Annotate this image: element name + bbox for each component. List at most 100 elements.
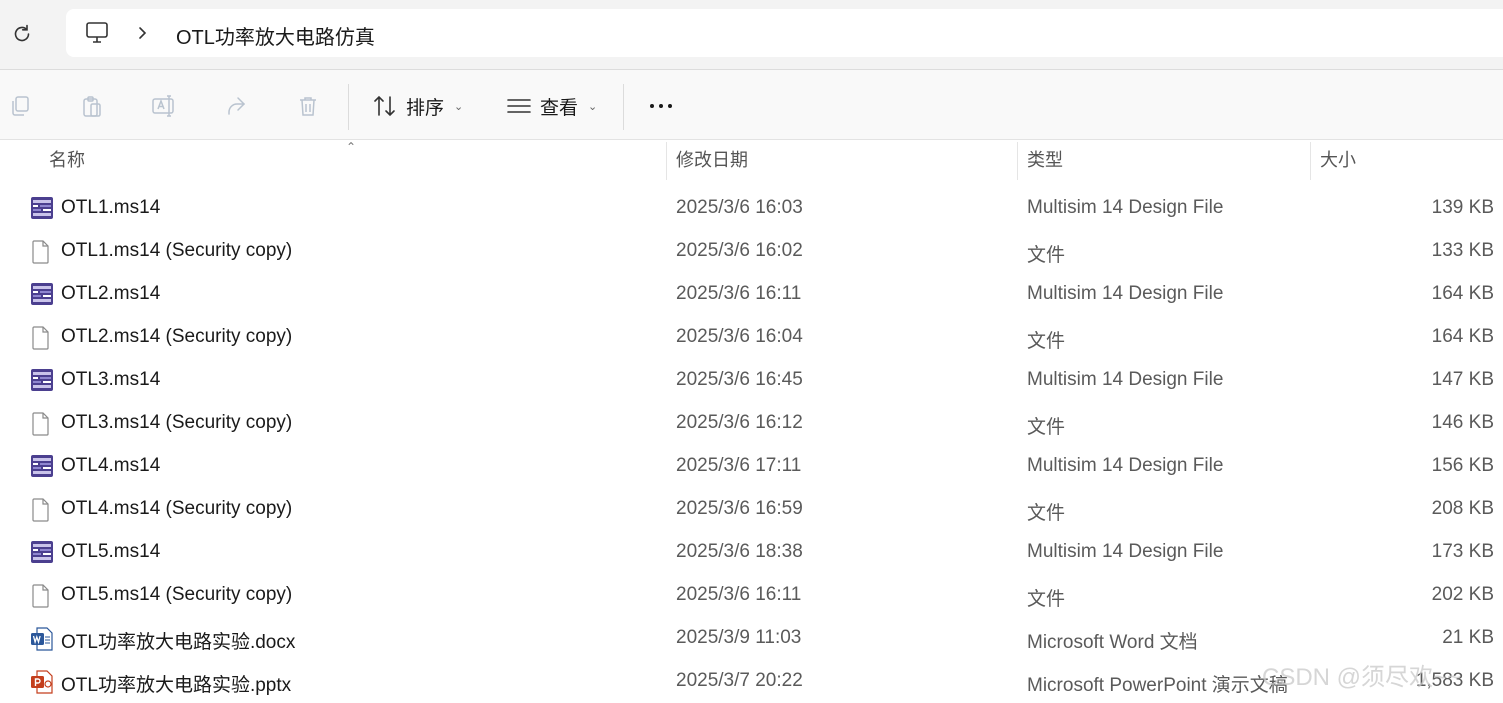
multisim-file-icon xyxy=(31,197,53,221)
file-row[interactable]: OTL3.ms14 (Security copy) 2025/3/6 16:12 文… xyxy=(0,402,1503,445)
file-row[interactable]: OTL3.ms14 2025/3/6 16:45 Multisim 14 Desig… xyxy=(0,359,1503,402)
rename-icon[interactable] xyxy=(150,92,178,120)
file-size: 208 KB xyxy=(1431,498,1494,519)
file-name: OTL5.ms14 (Security copy) xyxy=(61,584,293,605)
file-row[interactable]: OTL功率放大电路实验.docx 2025/3/9 11:03 Microsoft … xyxy=(0,617,1503,660)
file-name: OTL4.ms14 xyxy=(61,455,161,476)
file-row[interactable]: OTL功率放大电路实验.pptx 2025/3/7 20:22 Microsoft … xyxy=(0,660,1503,703)
file-size: 1,583 KB xyxy=(1415,670,1494,691)
chevron-down-icon: ⌄ xyxy=(588,100,598,113)
chevron-down-icon: ⌄ xyxy=(454,100,464,113)
sort-ascending-icon: ⌃ xyxy=(346,140,357,154)
powerpoint-file-icon xyxy=(31,670,53,694)
view-label: 查看 xyxy=(540,97,579,119)
file-name: OTL1.ms14 xyxy=(61,197,161,218)
generic-file-icon xyxy=(31,240,53,264)
file-size: 147 KB xyxy=(1431,369,1494,390)
file-modified-date: 2025/3/6 16:12 xyxy=(676,412,803,433)
file-type: Microsoft PowerPoint 演示文稿 xyxy=(1027,675,1288,696)
multisim-file-icon xyxy=(31,455,53,479)
toolbar-divider xyxy=(623,84,624,130)
file-size: 156 KB xyxy=(1431,455,1494,476)
file-row[interactable]: OTL1.ms14 2025/3/6 16:03 Multisim 14 Desig… xyxy=(0,187,1503,230)
chevron-right-icon[interactable] xyxy=(136,23,150,43)
generic-file-icon xyxy=(31,584,53,608)
multisim-file-icon xyxy=(31,369,53,393)
file-size: 133 KB xyxy=(1431,240,1494,261)
file-size: 173 KB xyxy=(1431,541,1494,562)
file-modified-date: 2025/3/6 16:45 xyxy=(676,369,803,390)
column-headers: 名称 ⌃ 修改日期 类型 大小 xyxy=(0,140,1503,180)
word-document-icon xyxy=(31,627,53,651)
file-modified-date: 2025/3/6 16:59 xyxy=(676,498,803,519)
generic-file-icon xyxy=(31,412,53,436)
file-size: 21 KB xyxy=(1442,627,1494,648)
file-modified-date: 2025/3/6 16:11 xyxy=(676,283,802,304)
file-type: 文件 xyxy=(1027,331,1066,352)
toolbar-divider xyxy=(348,84,349,130)
file-size: 164 KB xyxy=(1431,283,1494,304)
file-size: 139 KB xyxy=(1431,197,1494,218)
file-modified-date: 2025/3/6 16:04 xyxy=(676,326,803,347)
column-header-type[interactable]: 类型 xyxy=(1027,140,1063,180)
navigation-bar: OTL功率放大电路仿真 xyxy=(0,0,1503,69)
file-row[interactable]: OTL4.ms14 2025/3/6 17:11 Multisim 14 Desig… xyxy=(0,445,1503,488)
file-modified-date: 2025/3/7 20:22 xyxy=(676,670,803,691)
paste-icon[interactable] xyxy=(78,92,106,120)
copy-icon[interactable] xyxy=(6,92,34,120)
file-size: 202 KB xyxy=(1431,584,1494,605)
file-row[interactable]: OTL2.ms14 2025/3/6 16:11 Multisim 14 Desig… xyxy=(0,273,1503,316)
file-modified-date: 2025/3/6 17:11 xyxy=(676,455,802,476)
file-name: OTL2.ms14 (Security copy) xyxy=(61,326,293,347)
this-pc-icon[interactable] xyxy=(84,20,110,46)
file-type: 文件 xyxy=(1027,503,1066,524)
view-list-icon xyxy=(507,99,531,113)
view-button[interactable]: 查看 ⌄ xyxy=(506,90,597,122)
column-divider[interactable] xyxy=(1017,142,1018,180)
generic-file-icon xyxy=(31,498,53,522)
file-row[interactable]: OTL1.ms14 (Security copy) 2025/3/6 16:02 文… xyxy=(0,230,1503,273)
file-modified-date: 2025/3/9 11:03 xyxy=(676,627,802,648)
generic-file-icon xyxy=(31,326,53,350)
column-header-name[interactable]: 名称 xyxy=(49,140,85,180)
file-row[interactable]: OTL2.ms14 (Security copy) 2025/3/6 16:04 文… xyxy=(0,316,1503,359)
sort-label: 排序 xyxy=(406,97,445,119)
address-bar[interactable]: OTL功率放大电路仿真 xyxy=(66,9,1503,57)
file-type: Multisim 14 Design File xyxy=(1027,283,1224,304)
file-type: 文件 xyxy=(1027,245,1066,266)
share-icon[interactable] xyxy=(222,92,250,120)
column-divider[interactable] xyxy=(1310,142,1311,180)
file-name: OTL功率放大电路实验.docx xyxy=(61,632,296,653)
sort-icon xyxy=(374,95,395,117)
file-name: OTL3.ms14 (Security copy) xyxy=(61,412,293,433)
column-header-modified[interactable]: 修改日期 xyxy=(676,140,748,180)
file-modified-date: 2025/3/6 16:03 xyxy=(676,197,803,218)
delete-icon[interactable] xyxy=(294,92,322,120)
file-name: OTL2.ms14 xyxy=(61,283,161,304)
file-row[interactable]: OTL5.ms14 (Security copy) 2025/3/6 16:11 文… xyxy=(0,574,1503,617)
column-header-size[interactable]: 大小 xyxy=(1320,140,1356,180)
file-type: Multisim 14 Design File xyxy=(1027,455,1224,476)
file-name: OTL5.ms14 xyxy=(61,541,161,562)
file-name: OTL功率放大电路实验.pptx xyxy=(61,675,292,696)
file-name: OTL1.ms14 (Security copy) xyxy=(61,240,293,261)
file-type: 文件 xyxy=(1027,589,1066,610)
more-icon[interactable] xyxy=(646,92,676,120)
refresh-icon[interactable] xyxy=(6,18,38,50)
command-bar: 排序 ⌄ 查看 ⌄ xyxy=(0,69,1503,140)
file-modified-date: 2025/3/6 16:11 xyxy=(676,584,802,605)
file-type: Multisim 14 Design File xyxy=(1027,541,1224,562)
breadcrumb-current-folder[interactable]: OTL功率放大电路仿真 xyxy=(176,21,375,50)
file-name: OTL4.ms14 (Security copy) xyxy=(61,498,293,519)
multisim-file-icon xyxy=(31,541,53,565)
file-type: Multisim 14 Design File xyxy=(1027,369,1224,390)
file-size: 164 KB xyxy=(1431,326,1494,347)
file-row[interactable]: OTL5.ms14 2025/3/6 18:38 Multisim 14 Desig… xyxy=(0,531,1503,574)
file-modified-date: 2025/3/6 16:02 xyxy=(676,240,803,261)
file-name: OTL3.ms14 xyxy=(61,369,161,390)
column-divider[interactable] xyxy=(666,142,667,180)
multisim-file-icon xyxy=(31,283,53,307)
file-row[interactable]: OTL4.ms14 (Security copy) 2025/3/6 16:59 文… xyxy=(0,488,1503,531)
file-type: Microsoft Word 文档 xyxy=(1027,632,1198,653)
sort-button[interactable]: 排序 ⌄ xyxy=(372,90,463,122)
